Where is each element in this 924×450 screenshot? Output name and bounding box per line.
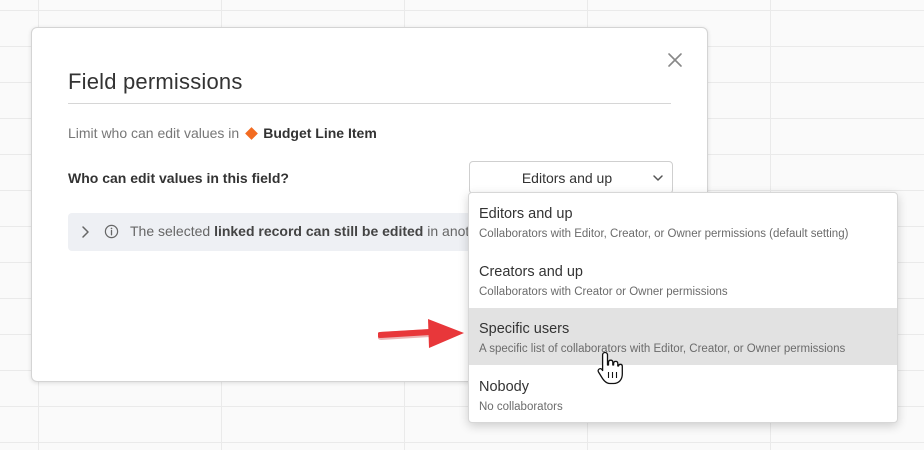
- select-value: Editors and up: [521, 170, 613, 186]
- option-nobody[interactable]: Nobody No collaborators: [469, 366, 897, 422]
- hand-cursor-icon: [597, 351, 623, 385]
- subtitle-prefix: Limit who can edit values in: [68, 125, 240, 141]
- option-description: No collaborators: [479, 401, 563, 413]
- info-icon: [104, 224, 119, 239]
- annotation-arrow: [378, 319, 464, 348]
- info-text-start: The selected: [130, 223, 215, 239]
- chevron-right-icon: [82, 226, 89, 238]
- option-creators-and-up[interactable]: Creators and up Collaborators with Creat…: [469, 251, 897, 308]
- option-description: Collaborators with Editor, Creator, or O…: [479, 228, 849, 240]
- option-description: A specific list of collaborators with Ed…: [479, 343, 846, 355]
- info-text: The selected linked record can still be …: [130, 223, 469, 239]
- option-title: Specific users: [479, 321, 570, 337]
- option-title: Nobody: [479, 379, 529, 395]
- option-description: Collaborators with Creator or Owner perm…: [479, 286, 728, 298]
- diamond-icon: [245, 126, 259, 140]
- chevron-down-icon: [653, 175, 663, 181]
- option-title: Editors and up: [479, 206, 573, 222]
- info-text-end: in anot: [423, 223, 470, 239]
- info-text-bold: linked record can still be edited: [214, 223, 424, 239]
- permission-question-label: Who can edit values in this field?: [68, 170, 289, 186]
- title-divider: [68, 103, 671, 104]
- dialog-subtitle: Limit who can edit values in Budget Line…: [68, 125, 377, 141]
- permission-select[interactable]: Editors and up: [469, 161, 673, 194]
- option-specific-users[interactable]: Specific users A specific list of collab…: [469, 308, 897, 365]
- option-title: Creators and up: [479, 264, 583, 280]
- permission-dropdown-menu: Editors and up Collaborators with Editor…: [468, 192, 898, 423]
- close-icon: [668, 53, 682, 67]
- linked-record-info-bar[interactable]: The selected linked record can still be …: [68, 213, 488, 251]
- table-chip: Budget Line Item: [245, 125, 377, 141]
- table-name: Budget Line Item: [263, 125, 377, 141]
- option-editors-and-up[interactable]: Editors and up Collaborators with Editor…: [469, 193, 897, 250]
- dialog-title: Field permissions: [68, 69, 243, 94]
- close-button[interactable]: [665, 50, 685, 70]
